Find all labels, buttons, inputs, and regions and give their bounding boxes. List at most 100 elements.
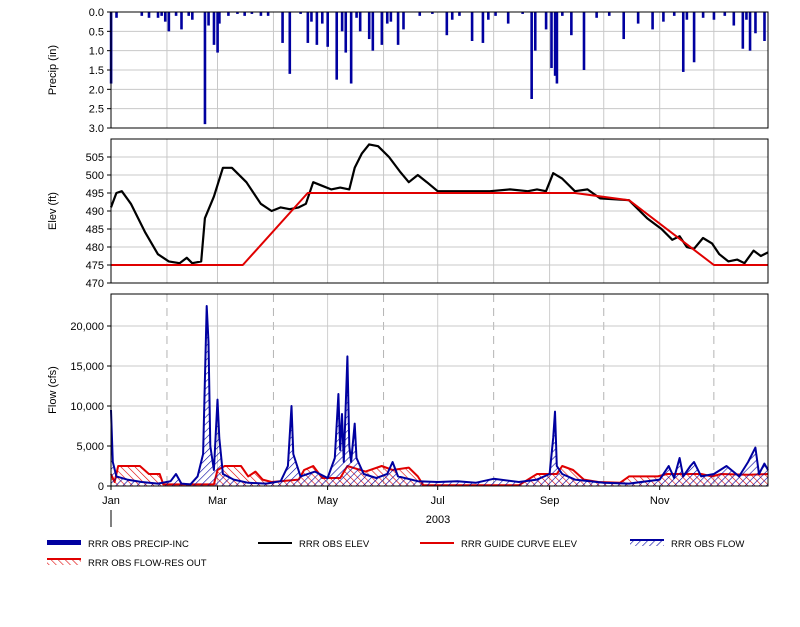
precip-bar [349, 12, 353, 84]
precip-bar [672, 12, 676, 16]
y-tick-label: 15,000 [70, 361, 104, 373]
x-axis-year-label: 2003 [426, 514, 450, 526]
legend-label: RRR GUIDE CURVE ELEV [461, 539, 578, 550]
x-tick-label: Jan [102, 495, 120, 507]
precip-bar [748, 12, 752, 51]
precip-bar [595, 12, 598, 18]
precip-bar [115, 12, 118, 18]
legend-item: RRR OBS FLOW [630, 539, 744, 550]
precip-bar [544, 12, 548, 30]
precip-bar [470, 12, 474, 41]
precip-bar [147, 12, 151, 18]
flow-panel: 0 5,000 10,000 15,000 20,000 Jan Mar May Jul Sep… [47, 293, 769, 527]
precip-bar [310, 12, 313, 22]
precip-bar [326, 12, 329, 47]
precip-bar [320, 12, 324, 24]
y-tick-label: 3.0 [89, 123, 104, 135]
y-tick-label: 5,000 [76, 441, 104, 453]
precip-bar [555, 12, 559, 84]
elev-y-ticks: 470 475 480 485 490 495 500 505 [86, 152, 111, 290]
precip-bar [371, 12, 375, 51]
precip-bar [530, 12, 533, 99]
legend-label: RRR OBS FLOW-RES OUT [88, 558, 207, 569]
precip-bar [243, 12, 246, 16]
elev-grid [111, 139, 768, 284]
precip-bar [367, 12, 371, 40]
precip-bar [481, 12, 485, 43]
precip-bar [389, 12, 393, 22]
precip-bar [685, 12, 689, 20]
y-tick-label: 2.0 [89, 84, 104, 96]
precip-bar [358, 12, 362, 32]
precip-bar [445, 12, 449, 36]
precip-bar [754, 12, 757, 34]
precip-bar [450, 12, 454, 20]
hydrograph-chart: 0.0 0.5 1.0 1.5 2.0 2.5 3.0 Precip (in) 470 475… [47, 7, 769, 569]
flow-y-axis-label: Flow (cfs) [47, 366, 59, 414]
legend-label: RRR OBS FLOW [671, 539, 744, 550]
precip-bar [180, 12, 183, 30]
precip-bar [745, 12, 748, 20]
flow-y-ticks: 0 5,000 10,000 15,000 20,000 [70, 321, 111, 493]
legend-item: RRR OBS PRECIP-INC [47, 539, 189, 550]
precip-bar [207, 12, 210, 26]
precip-bar [355, 12, 358, 18]
precip-bar [227, 12, 230, 16]
precip-bar [418, 12, 422, 16]
precip-bar [636, 12, 640, 24]
precip-bar [692, 12, 696, 63]
x-tick-label: Mar [208, 495, 227, 507]
precip-bar [763, 12, 766, 41]
precip-bar [266, 12, 270, 16]
precip-bar [163, 12, 167, 22]
precip-bar [458, 12, 461, 16]
precip-bar [582, 12, 586, 70]
y-tick-label: 475 [86, 260, 104, 272]
precip-bar [723, 12, 727, 16]
precip-bar [570, 12, 573, 36]
legend-item: RRR GUIDE CURVE ELEV [420, 539, 578, 550]
precip-bar [203, 12, 207, 125]
y-tick-label: 1.0 [89, 46, 104, 58]
precip-bar [712, 12, 716, 20]
precip-bar [651, 12, 654, 30]
y-tick-label: 485 [86, 224, 104, 236]
precip-bar [156, 12, 160, 18]
precip-bar [494, 12, 497, 16]
precip-bar [622, 12, 626, 40]
legend-item: RRR OBS ELEV [258, 539, 370, 550]
x-tick-label: Sep [540, 495, 560, 507]
precip-grid [111, 11, 768, 129]
precip-bar [288, 12, 292, 74]
elev-y-axis-label: Elev (ft) [47, 192, 59, 230]
precip-bar [191, 12, 194, 20]
precip-bar [306, 12, 310, 43]
flow-series [110, 305, 769, 487]
precip-bar [335, 12, 339, 80]
precip-panel: 0.0 0.5 1.0 1.5 2.0 2.5 3.0 Precip (in) [47, 7, 769, 135]
precip-bar [140, 12, 144, 16]
precip-bar [402, 12, 405, 30]
precip-bar [340, 12, 344, 32]
precip-bar [732, 12, 736, 26]
legend-swatch [47, 540, 81, 545]
y-tick-label: 0 [98, 481, 104, 493]
precip-bar [380, 12, 384, 45]
precip-bar [701, 12, 705, 18]
x-tick-label: Jul [431, 495, 445, 507]
y-tick-label: 0.0 [89, 7, 104, 19]
precip-bar [385, 12, 389, 24]
precip-bar [281, 12, 284, 43]
precip-bar [259, 12, 263, 16]
precip-bar [187, 12, 191, 16]
precip-bar [212, 12, 216, 45]
flow-x-ticks: Jan Mar May Jul Sep Nov [102, 486, 670, 507]
y-tick-label: 480 [86, 242, 104, 254]
x-tick-label: Nov [650, 495, 670, 507]
precip-bar [218, 12, 221, 24]
y-tick-label: 495 [86, 188, 104, 200]
precip-bar [741, 12, 745, 49]
legend: RRR OBS PRECIP-INC RRR OBS ELEV RRR GUIDE … [47, 539, 744, 569]
legend-item: RRR OBS FLOW-RES OUT [47, 558, 207, 569]
elev-panel: 470 475 480 485 490 495 500 505 Elev (ft) [47, 138, 769, 290]
